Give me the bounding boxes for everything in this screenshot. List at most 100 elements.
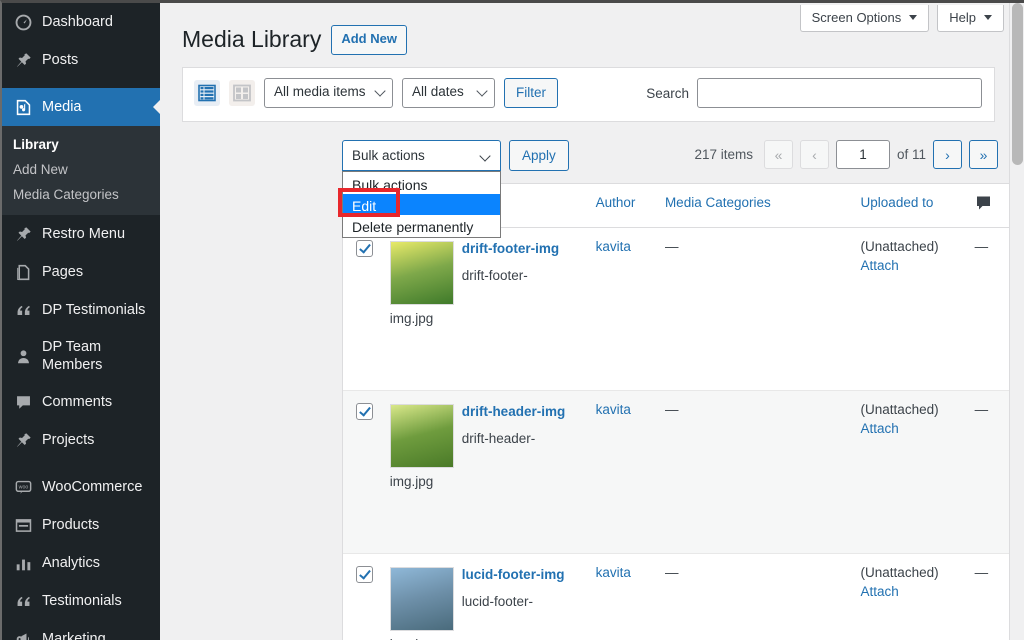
dashboard-icon [13, 12, 33, 32]
bulk-actions-select[interactable]: Bulk actions [342, 140, 501, 171]
author-header[interactable]: Author [595, 184, 665, 228]
submenu-item-media-categories[interactable]: Media Categories [2, 182, 160, 207]
row-checkbox[interactable] [356, 566, 373, 583]
scrollbar-thumb[interactable] [1012, 3, 1023, 165]
media-categories-header[interactable]: Media Categories [664, 184, 861, 228]
media-table: Author Media Categories Uploaded to Date [343, 184, 1018, 640]
last-page-button[interactable]: » [969, 140, 998, 169]
sidebar-item-pages[interactable]: Pages [2, 253, 160, 291]
pin-icon [13, 224, 33, 244]
filter-controls: All media items All dates Filter [194, 78, 558, 108]
media-title-link[interactable]: lucid-footer-img [462, 565, 567, 584]
sidebar-item-comments[interactable]: Comments [2, 383, 160, 421]
bulk-actions-value: Bulk actions [352, 148, 425, 163]
sidebar-item-label: Posts [42, 51, 79, 68]
row-uploaded-cell: (Unattached) Attach [860, 390, 975, 554]
media-title-link[interactable]: drift-header-img [462, 402, 567, 421]
quote-icon [13, 300, 33, 320]
table-row[interactable]: drift-footer-img drift-footer-img.jpg kavi… [343, 227, 1018, 391]
analytics-icon [13, 553, 33, 573]
media-type-select[interactable]: All media items [264, 78, 393, 108]
sidebar-item-dashboard[interactable]: Dashboard [2, 3, 160, 41]
row-file-cell: drift-header-img drift-header-img.jpg [381, 390, 596, 554]
author-link[interactable]: kavita [596, 402, 631, 417]
row-author-cell: kavita [595, 227, 665, 391]
sidebar-item-analytics[interactable]: Analytics [2, 544, 160, 582]
sidebar-item-testimonials[interactable]: Testimonials [2, 582, 160, 620]
prev-page-button[interactable]: ‹ [799, 140, 829, 169]
grid-view-icon[interactable] [229, 80, 255, 106]
sidebar-item-projects[interactable]: Projects [2, 421, 160, 459]
pagination: 217 items « ‹ of 11 › » [694, 140, 998, 169]
media-title-link[interactable]: drift-footer-img [462, 239, 567, 258]
page-header: Media Library Add New [182, 25, 407, 55]
list-view-icon[interactable] [194, 80, 220, 106]
sidebar-item-label: Testimonials [42, 593, 122, 610]
table-row[interactable]: lucid-footer-imglucid-footer-img.jpgkavi… [343, 553, 1018, 640]
comment-icon [975, 196, 992, 215]
page-scrollbar[interactable] [1009, 3, 1024, 640]
page-title: Media Library [182, 26, 322, 52]
next-page-button[interactable]: › [933, 140, 962, 169]
row-checkbox-cell[interactable] [343, 227, 382, 391]
browser-viewport: Dashboard Posts Media Library Add New Media C… [0, 0, 1024, 640]
apply-button[interactable]: Apply [509, 140, 569, 171]
submenu-item-add-new[interactable]: Add New [2, 157, 160, 182]
table-row[interactable]: drift-header-img drift-header-img.jpg kavi… [343, 390, 1018, 554]
categories-value: — [664, 239, 679, 254]
sidebar-item-dp-team-members[interactable]: DP Team Members [2, 329, 160, 383]
search-input[interactable] [697, 78, 982, 108]
submenu-item-library[interactable]: Library [2, 132, 160, 157]
sidebar-item-marketing[interactable]: Marketing [2, 620, 160, 640]
media-thumbnail[interactable] [389, 241, 454, 305]
row-checkbox[interactable] [356, 240, 373, 257]
sidebar-item-products[interactable]: Products [2, 506, 160, 544]
row-checkbox-cell[interactable] [343, 390, 382, 554]
pin-icon [13, 50, 33, 70]
sidebar-item-label: Pages [42, 263, 84, 280]
uploaded-to-value: (Unattached) [860, 565, 939, 580]
screen-options-button[interactable]: Screen Options [799, 5, 930, 32]
author-link[interactable]: kavita [596, 565, 631, 580]
row-checkbox-cell[interactable] [343, 553, 382, 640]
sidebar-item-posts[interactable]: Posts [2, 41, 160, 79]
author-link[interactable]: kavita [596, 239, 631, 254]
first-page-button[interactable]: « [763, 140, 793, 169]
media-thumbnail[interactable] [389, 567, 454, 631]
attach-link[interactable]: Attach [861, 421, 975, 436]
current-page-input[interactable] [835, 140, 890, 169]
attach-link[interactable]: Attach [861, 584, 975, 599]
categories-value: — [664, 565, 679, 580]
attach-link[interactable]: Attach [861, 258, 975, 273]
comments-value: — [974, 239, 989, 254]
sidebar-item-restro-menu[interactable]: Restro Menu [2, 215, 160, 253]
media-thumbnail[interactable] [389, 404, 454, 468]
sidebar-item-media[interactable]: Media [2, 88, 160, 126]
products-icon [13, 515, 33, 535]
row-checkbox[interactable] [356, 403, 373, 420]
uploaded-to-header[interactable]: Uploaded to [860, 184, 975, 228]
date-select[interactable]: All dates [402, 78, 495, 108]
sidebar-item-dp-testimonials[interactable]: DP Testimonials [2, 291, 160, 329]
bulk-actions-row: Bulk actions Apply [342, 140, 569, 171]
media-type-filter[interactable]: All media items [264, 78, 393, 108]
sidebar-item-label: Analytics [42, 555, 101, 572]
dropdown-option-delete-permanently[interactable]: Delete permanently [343, 215, 500, 236]
add-new-button[interactable]: Add New [331, 25, 407, 55]
media-filename-tail: img.jpg [389, 474, 434, 489]
sidebar-item-woocommerce[interactable]: woo WooCommerce [2, 468, 160, 506]
items-count: 217 items [694, 147, 753, 162]
menu-separator [2, 79, 160, 88]
annotation-highlight-box [338, 188, 400, 217]
help-button[interactable]: Help [937, 5, 1004, 32]
date-filter[interactable]: All dates [402, 78, 495, 108]
screen-options-label: Screen Options [811, 10, 902, 25]
row-file-cell: lucid-footer-imglucid-footer-img.jpg [381, 553, 596, 640]
help-label: Help [949, 10, 976, 25]
filter-button[interactable]: Filter [504, 78, 558, 108]
media-filename: drift-footer- [461, 268, 528, 284]
svg-text:woo: woo [18, 484, 28, 490]
row-author-cell: kavita [595, 553, 665, 640]
media-filename-tail: img.jpg [389, 311, 434, 326]
main-content: Screen Options Help Media Library Add Ne… [160, 3, 1018, 640]
